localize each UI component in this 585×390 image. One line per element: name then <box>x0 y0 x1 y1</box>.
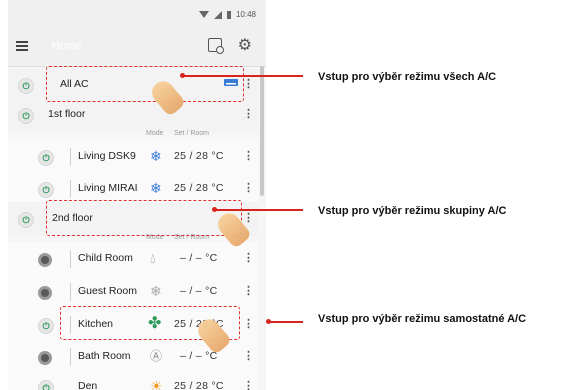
power-button[interactable]: ⏻ <box>38 182 54 198</box>
sun-icon: ☀ <box>150 378 163 390</box>
power-button[interactable]: ⏻ <box>38 150 54 166</box>
unit-row-den[interactable]: ⏻ Den ☀ 25 / 28 °C ⋮ <box>8 370 258 390</box>
unit-row-child-room[interactable]: Child Room 💧︎ – / – °C ⋮ <box>8 242 258 276</box>
unit-temp: – / – °C <box>180 252 218 264</box>
power-button[interactable] <box>38 351 52 365</box>
power-button[interactable]: ⏻ <box>18 212 34 228</box>
more-options-icon[interactable]: ⋮ <box>243 251 254 264</box>
divider <box>70 283 71 301</box>
callout-all-ac: Vstup pro výběr režimu všech A/C <box>318 71 497 83</box>
group-row-1st-floor[interactable]: ⏻ 1st floor ⋮ <box>8 98 258 132</box>
power-button[interactable]: ⏻ <box>18 108 34 124</box>
status-bar: 10:48 <box>8 0 266 28</box>
power-button[interactable] <box>38 253 52 267</box>
unit-name: Living DSK9 <box>78 150 136 162</box>
phone-screen: 10:48 Home ⚙ ⏻ All AC ⋮ ⏻ 1st floor ⋮ Mo… <box>8 0 266 390</box>
more-options-icon[interactable]: ⋮ <box>243 107 254 120</box>
droplet-icon: 💧︎ <box>150 250 156 266</box>
highlight-all-ac <box>46 66 244 102</box>
snowflake-icon: ❄ <box>150 283 162 299</box>
app-title: Home <box>52 40 82 52</box>
power-button[interactable] <box>38 286 52 300</box>
unit-name: Bath Room <box>78 350 131 362</box>
power-button[interactable]: ⏻ <box>38 318 54 334</box>
row-label: 1st floor <box>48 108 86 120</box>
signal-icon <box>213 10 222 19</box>
callout-line <box>183 75 303 77</box>
setroom-column-label: Set / Room <box>174 130 210 137</box>
snowflake-icon: ❄ <box>150 148 162 164</box>
more-options-icon[interactable]: ⋮ <box>243 211 254 224</box>
app-bar: Home ⚙ <box>8 28 266 67</box>
unit-temp: 25 / 28 °C <box>174 150 224 162</box>
callout-group-ac: Vstup pro výběr režimu skupiny A/C <box>318 205 507 217</box>
wifi-icon <box>198 11 209 18</box>
divider <box>70 180 71 198</box>
unit-temp: 25 / 28 °C <box>174 380 224 390</box>
more-options-icon[interactable]: ⋮ <box>243 317 254 330</box>
power-button[interactable]: ⏻ <box>18 78 34 94</box>
more-options-icon[interactable]: ⋮ <box>243 77 254 90</box>
auto-mode-icon: Ⓐ <box>150 349 163 363</box>
callout-line <box>215 209 303 211</box>
divider <box>70 148 71 166</box>
unit-name: Child Room <box>78 252 133 264</box>
more-options-icon[interactable]: ⋮ <box>243 181 254 194</box>
status-time: 10:48 <box>235 10 256 19</box>
battery-icon <box>226 10 231 19</box>
unit-name: Guest Room <box>78 285 137 297</box>
more-options-icon[interactable]: ⋮ <box>243 149 254 162</box>
unit-temp: – / – °C <box>180 350 218 362</box>
unit-temp: – / – °C <box>180 285 218 297</box>
callout-single-ac: Vstup pro výběr režimu samostatné A/C <box>318 313 527 325</box>
highlight-2nd-floor <box>46 200 242 236</box>
unit-row-guest-room[interactable]: Guest Room ❄ – / – °C ⋮ <box>8 275 258 309</box>
unit-name: Den <box>78 380 98 390</box>
unit-name: Living MIRAI <box>78 182 138 194</box>
divider <box>70 348 71 366</box>
scrollbar[interactable] <box>260 66 264 196</box>
more-options-icon[interactable]: ⋮ <box>243 349 254 362</box>
divider <box>70 250 71 268</box>
gear-icon[interactable]: ⚙ <box>238 35 252 55</box>
mode-column-label: Mode <box>146 130 164 137</box>
power-button[interactable]: ⏻ <box>38 380 54 390</box>
more-options-icon[interactable]: ⋮ <box>243 284 254 297</box>
hamburger-menu-icon[interactable] <box>16 41 28 51</box>
more-options-icon[interactable]: ⋮ <box>243 379 254 390</box>
unit-row-living-dsk9[interactable]: ⏻ Living DSK9 ❄ 25 / 28 °C ⋮ <box>8 140 258 174</box>
callout-line <box>269 321 303 323</box>
snowflake-icon: ❄ <box>150 180 162 196</box>
unit-temp: 25 / 28 °C <box>174 182 224 194</box>
calendar-clock-icon[interactable] <box>208 38 224 54</box>
